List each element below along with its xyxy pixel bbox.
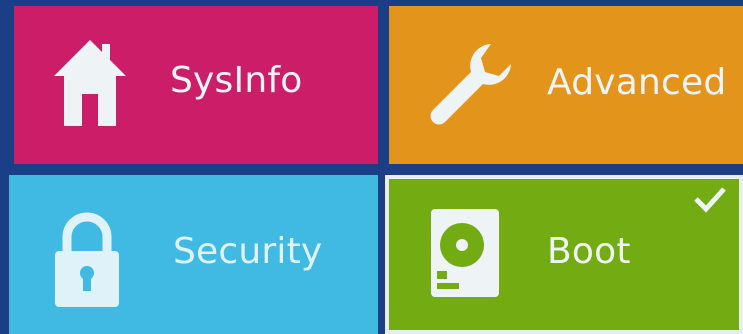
boot-tile[interactable]: Boot [385,175,743,334]
hard-drive-icon [431,209,499,297]
wrench-icon [430,44,511,125]
house-icon [54,40,126,126]
advanced-tile[interactable]: Advanced [389,6,743,164]
advanced-label: Advanced [547,62,727,103]
sysinfo-label: SysInfo [170,60,303,101]
sysinfo-tile[interactable]: SysInfo [14,6,378,164]
checkmark-icon [694,187,726,213]
security-tile[interactable]: Security [9,175,378,334]
padlock-icon [55,212,119,307]
security-label: Security [173,231,323,272]
boot-label: Boot [547,231,631,272]
settings-menu-screen: SysInfo Advanced Security Boot [0,0,743,334]
